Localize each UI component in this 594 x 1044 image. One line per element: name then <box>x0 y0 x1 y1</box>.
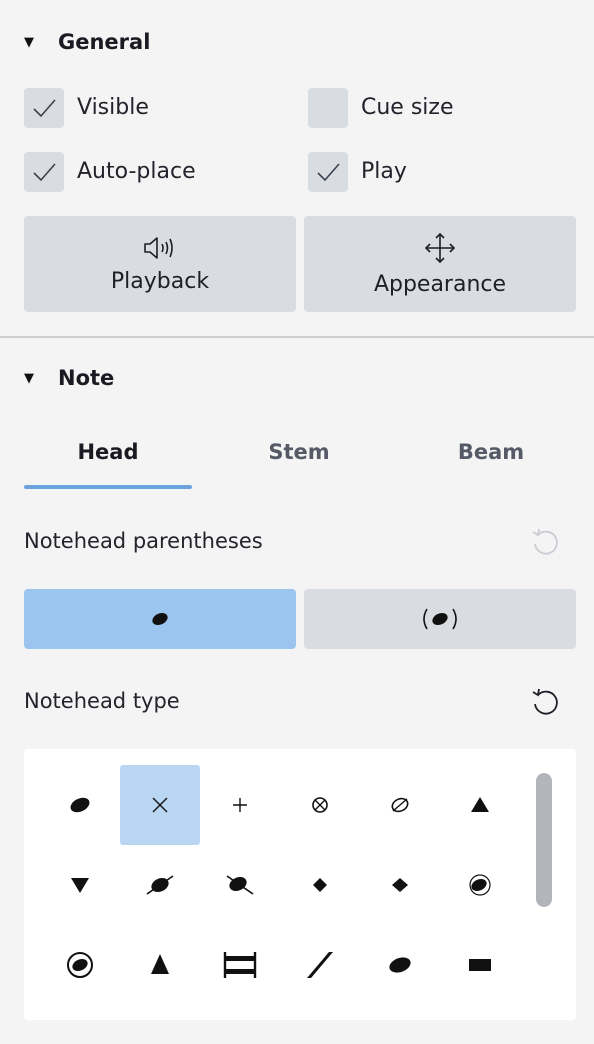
notehead-slashed-forwards-option[interactable] <box>120 845 200 925</box>
notehead-brevis-alt-icon <box>223 952 257 978</box>
tab-stem[interactable]: Stem <box>215 440 383 464</box>
notehead-type-grid <box>24 749 576 1020</box>
notehead-type-label: Notehead type <box>24 689 180 713</box>
general-section-title: General <box>58 30 151 54</box>
notehead-diamond-icon <box>313 878 327 892</box>
reset-icon[interactable] <box>529 686 563 720</box>
tab-head[interactable]: Head <box>24 440 192 464</box>
notehead-slashed-backwards-option[interactable] <box>200 845 280 925</box>
cue-size-checkbox[interactable] <box>308 88 348 128</box>
notehead-with-x-option[interactable] <box>360 765 440 845</box>
notehead-diamond-option[interactable] <box>280 845 360 925</box>
notehead-slashed-forwards-icon <box>146 875 174 895</box>
notehead-cross-option[interactable] <box>120 765 200 845</box>
parentheses-option[interactable] <box>304 589 576 649</box>
notehead-with-x-icon <box>391 797 409 813</box>
visible-checkbox[interactable] <box>24 88 64 128</box>
notehead-diamond-old-option[interactable] <box>360 845 440 925</box>
note-section-title: Note <box>58 366 115 390</box>
notehead-square-option[interactable] <box>440 925 520 1005</box>
appearance-button[interactable]: Appearance <box>304 216 576 312</box>
playback-button[interactable]: Playback <box>24 216 296 312</box>
notehead-circle-cross-option[interactable] <box>280 765 360 845</box>
collapse-triangle-icon: ▼ <box>24 34 34 50</box>
notehead-circled-option[interactable] <box>440 845 520 925</box>
notehead-triangle-up-icon <box>471 797 489 812</box>
notehead-circled-icon <box>469 874 491 896</box>
checkmark-icon <box>33 163 56 182</box>
notehead-triangle-up-option[interactable] <box>440 765 520 845</box>
notehead-brevis-alt-option[interactable] <box>200 925 280 1005</box>
notehead-square-icon <box>469 959 491 971</box>
notehead-slashed-backwards-icon <box>226 875 254 895</box>
collapse-triangle-icon: ▼ <box>24 370 34 386</box>
notehead-plus-icon <box>233 798 247 812</box>
notehead-circle-cross-icon <box>312 797 328 813</box>
notehead-diamond-old-icon <box>392 878 408 892</box>
notehead-normal-option[interactable] <box>40 765 120 845</box>
notehead-plus-option[interactable] <box>200 765 280 845</box>
cue-size-label: Cue size <box>361 95 454 120</box>
visible-label: Visible <box>77 95 149 120</box>
notehead-la-icon <box>389 957 411 973</box>
speaker-icon <box>144 236 173 259</box>
notehead-triangle-down-icon <box>71 878 89 893</box>
notehead-slash-icon <box>307 952 333 978</box>
notehead-normal-icon <box>70 797 90 813</box>
notehead-circled-large-icon <box>67 952 93 978</box>
section-divider <box>0 336 594 338</box>
play-label: Play <box>361 159 407 184</box>
active-tab-indicator <box>24 485 192 489</box>
notehead-cross-icon <box>152 797 168 813</box>
notehead-parentheses-label: Notehead parentheses <box>24 529 263 553</box>
playback-button-label: Playback <box>110 268 210 294</box>
reset-icon[interactable] <box>529 526 563 560</box>
move-arrows-icon <box>424 232 456 263</box>
tab-beam[interactable]: Beam <box>407 440 575 464</box>
notehead-large-arrow-option[interactable] <box>120 925 200 1005</box>
grid-scrollbar[interactable] <box>536 773 552 907</box>
auto-place-checkbox[interactable] <box>24 152 64 192</box>
auto-place-label: Auto-place <box>77 159 196 184</box>
general-section-header[interactable]: ▼ General <box>24 30 150 54</box>
note-section-header[interactable]: ▼ Note <box>24 366 114 390</box>
notehead-triangle-down-option[interactable] <box>40 845 120 925</box>
notehead-slash-option[interactable] <box>280 925 360 1005</box>
checkmark-icon <box>33 99 56 118</box>
play-checkbox[interactable] <box>308 152 348 192</box>
parenthesized-notehead-icon <box>423 608 457 630</box>
appearance-button-label: Appearance <box>373 271 507 297</box>
no-parentheses-option[interactable] <box>24 589 296 649</box>
notehead-la-option[interactable] <box>360 925 440 1005</box>
notehead-large-arrow-icon <box>151 954 169 974</box>
checkmark-icon <box>317 163 340 182</box>
notehead-circled-large-option[interactable] <box>40 925 120 1005</box>
notehead-icon <box>152 612 168 626</box>
